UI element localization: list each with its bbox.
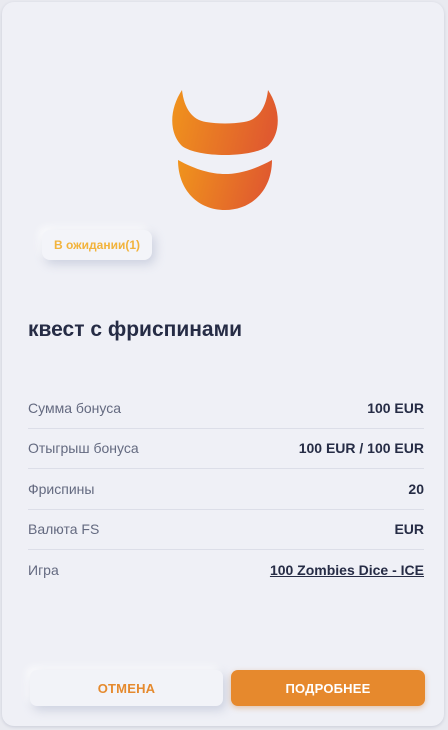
detail-label: Игра — [28, 562, 59, 579]
detail-value: 100 EUR — [367, 399, 424, 416]
detail-label: Фриспины — [28, 480, 95, 497]
cancel-button[interactable]: ОТМЕНА — [30, 670, 223, 706]
devil-horns-icon — [172, 90, 278, 210]
detail-value: 100 EUR / 100 EUR — [298, 440, 424, 457]
bonus-title: квест с фриспинами — [28, 318, 243, 341]
bonus-details-list: Сумма бонуса 100 EUR Отыгрыш бонуса 100 … — [28, 388, 424, 591]
detail-label: Валюта FS — [28, 521, 100, 538]
detail-row-freespins: Фриспины 20 — [28, 469, 424, 510]
detail-label: Сумма бонуса — [28, 399, 122, 416]
bonus-card: В ожидании(1) квест с фриспинами Сумма б… — [2, 2, 444, 726]
detail-value: 20 — [408, 480, 424, 497]
detail-row-game: Игра 100 Zombies Dice - ICE — [28, 550, 424, 591]
detail-row-bonus-amount: Сумма бонуса 100 EUR — [28, 388, 424, 429]
detail-label: Отыгрыш бонуса — [28, 440, 139, 457]
status-badge: В ожидании(1) — [42, 230, 153, 260]
detail-row-wagering: Отыгрыш бонуса 100 EUR / 100 EUR — [28, 429, 424, 469]
more-details-button[interactable]: ПОДРОБНЕЕ — [231, 670, 425, 706]
game-link[interactable]: 100 Zombies Dice - ICE — [270, 562, 424, 578]
detail-row-fs-currency: Валюта FS EUR — [28, 510, 424, 550]
detail-value: EUR — [394, 521, 424, 538]
status-badge-label: В ожидании(1) — [54, 238, 141, 252]
